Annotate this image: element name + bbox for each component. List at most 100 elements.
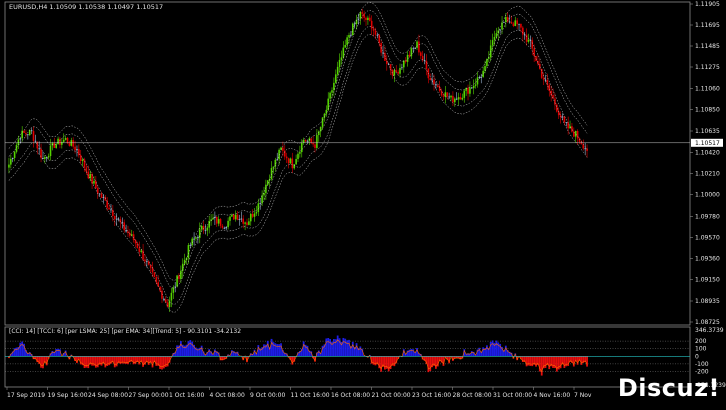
price-tick-label: 1.08935 [695, 298, 720, 305]
candle-body [363, 13, 365, 18]
cci-bar [374, 356, 377, 366]
time-tick-label: 4 Oct 08:00 [210, 392, 245, 399]
candle-body [361, 12, 364, 14]
candle-body [74, 146, 76, 151]
time-tick-label: 24 Sep 08:00 [88, 392, 128, 399]
candle-body [304, 140, 307, 142]
candle-body [437, 85, 439, 87]
candle-body [433, 79, 435, 85]
candle-body [338, 59, 341, 67]
candle-body [293, 164, 296, 169]
candle-body [108, 207, 110, 210]
candle-body [287, 158, 290, 164]
price-tick-label: 1.11695 [695, 22, 720, 29]
candle-body [55, 144, 57, 148]
time-tick-label: 31 Oct 00:00 [493, 392, 532, 399]
candle-body [138, 248, 141, 252]
candle-body [289, 158, 292, 164]
candle-body [231, 214, 233, 217]
candle-body [234, 214, 237, 220]
candle-body [146, 261, 148, 263]
cci-bar [278, 344, 281, 357]
cci-bar [189, 340, 192, 357]
candle-body [170, 292, 173, 301]
candle-body [539, 63, 541, 69]
candle-body [435, 84, 437, 86]
candle-body [412, 48, 415, 50]
candle-body [30, 130, 33, 132]
cci-bar [491, 340, 494, 357]
candle-body [561, 116, 564, 118]
candle-body [13, 151, 16, 158]
candle-body [140, 250, 142, 252]
cci-bar [87, 356, 90, 369]
candle-body [253, 213, 256, 217]
cci-bar [96, 356, 99, 368]
candle-body [61, 141, 63, 145]
candle-body [348, 35, 350, 38]
candle-body [457, 97, 460, 100]
candle-body [38, 148, 40, 150]
cci-bar [257, 345, 260, 357]
candle-body [393, 70, 396, 76]
cci-bar [127, 356, 129, 365]
candle-body [442, 95, 445, 97]
candle-body [98, 193, 101, 195]
candle-body [416, 41, 418, 48]
candle-body [302, 140, 305, 143]
candle-body [115, 218, 118, 220]
chart-canvas[interactable]: 346.37392001000-100-200-378.1239 1.11905… [0, 0, 726, 410]
candle-body [582, 144, 585, 149]
candle-body [372, 28, 375, 31]
cci-bar [161, 356, 163, 370]
cci-bar [100, 356, 103, 366]
candle-body [85, 167, 88, 172]
cci-bar [94, 356, 97, 368]
candle-body [344, 44, 347, 48]
candle-body [28, 130, 31, 136]
candle-body [174, 286, 176, 288]
candle-body [469, 87, 471, 94]
cci-bar [348, 339, 350, 357]
candle-body [44, 157, 46, 159]
price-tick-label: 1.09360 [695, 256, 720, 263]
cci-bar [280, 343, 282, 357]
candle-body [431, 79, 433, 81]
cci-tick-label: 100 [695, 346, 707, 353]
cci-bar [119, 356, 122, 364]
candle-body [571, 126, 573, 132]
candle-body [134, 239, 137, 244]
candle-body [520, 23, 522, 28]
cci-bar [351, 341, 354, 357]
candle-body [448, 96, 450, 98]
trading-chart-window: 346.3739 200 100 0 -100 -200 -378.1239 1.11905… [0, 0, 726, 410]
cci-bar [266, 340, 269, 357]
cci-bar [429, 356, 432, 372]
cci-bar [563, 356, 566, 368]
price-panel-frame [4, 1, 691, 326]
candle-body [463, 90, 466, 98]
candle-body [518, 23, 520, 25]
candle-body [72, 140, 74, 147]
candle-body [197, 237, 199, 239]
candle-body [219, 219, 222, 226]
cci-bar [179, 341, 182, 357]
candle-body [144, 259, 146, 262]
cci-bar [586, 356, 588, 367]
candle-body [306, 140, 309, 142]
candle-body [259, 203, 262, 205]
time-tick-label: 4 Nov 16:00 [534, 392, 571, 399]
candle-body [64, 137, 67, 140]
cci-bar [393, 356, 396, 367]
cci-bar [410, 348, 413, 357]
time-tick-label: 11 Oct 16:00 [291, 392, 330, 399]
cci-bar [384, 356, 386, 370]
cci-bar [276, 344, 279, 357]
candle-body [565, 122, 568, 124]
cci-bar [344, 338, 347, 357]
cci-tick-label: 346.3739 [695, 327, 724, 334]
candle-body [62, 139, 65, 142]
cci-bar [540, 356, 543, 376]
price-tick-label: 1.10000 [695, 192, 720, 199]
candle-body [215, 217, 218, 224]
